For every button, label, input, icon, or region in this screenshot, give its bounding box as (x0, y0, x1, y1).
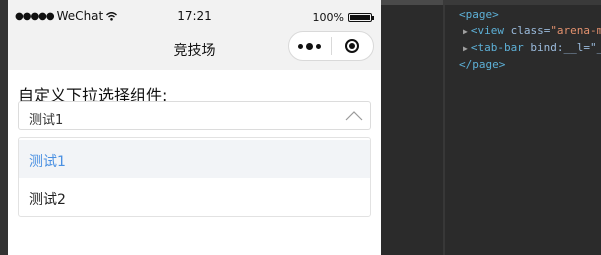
dom-node[interactable]: <page> (459, 8, 499, 21)
dropdown-list: 测试1 测试2 (18, 137, 371, 217)
target-icon (345, 39, 360, 53)
dom-node[interactable]: ▶ <tab-bar bind:__l="_ (463, 41, 601, 54)
dom-node[interactable]: ▶ <view class="arena-m (463, 24, 601, 37)
selected-value: 测试1 (29, 113, 64, 128)
dom-node[interactable]: </page> (459, 58, 505, 71)
option-item[interactable]: 测试1 (19, 140, 370, 178)
more-button[interactable] (289, 42, 331, 50)
option-item[interactable]: 测试2 (19, 178, 370, 216)
navigation-bar: 竞技场 (8, 28, 381, 70)
battery-percent: 100% (312, 11, 344, 24)
window-edge (0, 0, 8, 255)
expand-triangle-icon[interactable]: ▶ (463, 44, 468, 53)
expand-triangle-icon[interactable]: ▶ (463, 27, 468, 36)
simulator-screen: ●●●●● WeChat 17:21 100% 竞技场 自定义下拉选择组件: 测… (8, 0, 381, 255)
battery-icon (348, 13, 374, 22)
status-bar: ●●●●● WeChat 17:21 100% (8, 0, 381, 28)
menu-capsule (288, 31, 374, 61)
wxml-panel: <page> ▶ <view class="arena-m ▶ <tab-bar b… (381, 0, 601, 255)
option-label: 测试1 (29, 154, 66, 170)
chevron-up-icon (345, 111, 363, 121)
close-button[interactable] (331, 39, 373, 53)
select-box[interactable]: 测试1 (18, 101, 371, 130)
option-label: 测试2 (29, 192, 66, 208)
